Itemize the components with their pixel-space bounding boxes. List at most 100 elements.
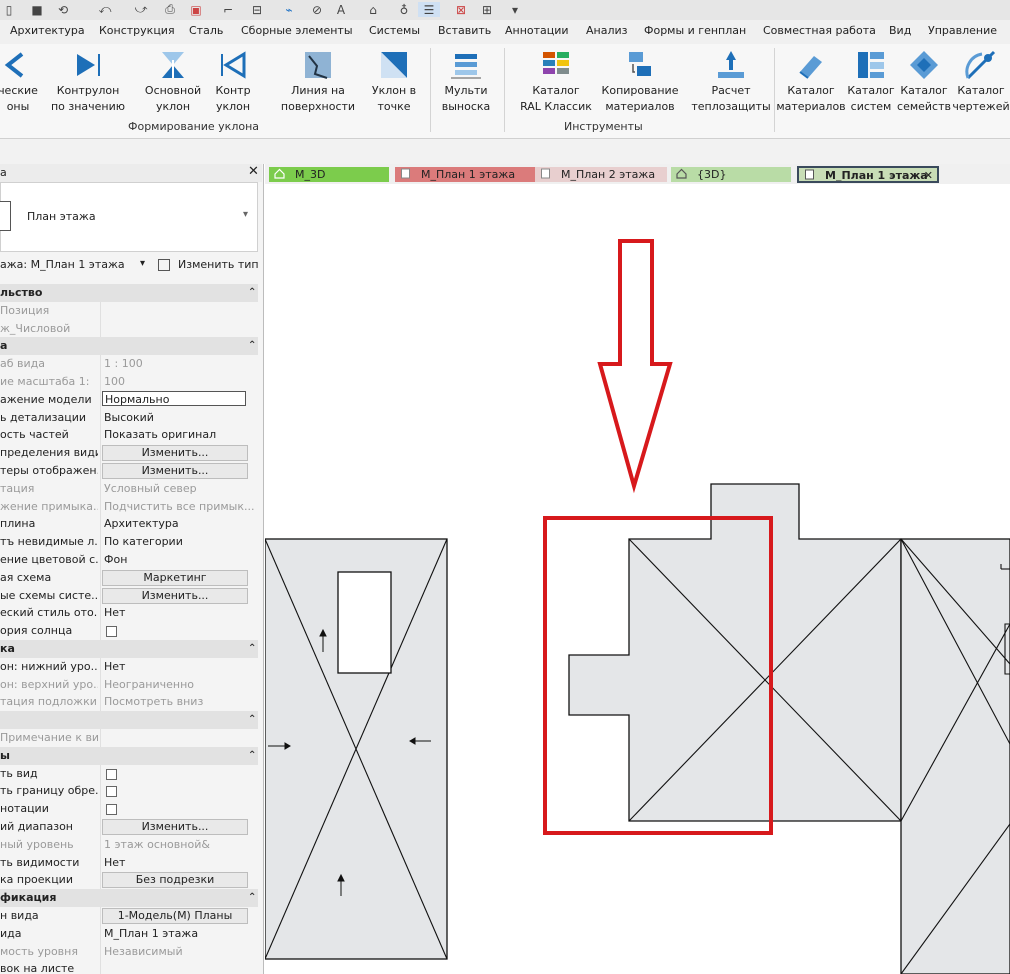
collapse-icon[interactable]: ⌃ [248, 889, 256, 907]
tab-systems[interactable]: Системы [369, 24, 420, 37]
property-row[interactable]: ный уровень 1 этаж основной& [0, 836, 258, 854]
property-row[interactable]: тация Условный север [0, 480, 258, 498]
property-row[interactable]: ие масштаба 1: 100 [0, 373, 258, 391]
collapse-icon[interactable]: ⌃ [248, 337, 256, 355]
family-catalog-button[interactable]: Каталог семейств [896, 48, 952, 124]
property-row[interactable]: ость частей Показать оригинал [0, 426, 258, 444]
property-group-header[interactable]: а ⌃ [0, 337, 258, 355]
tab-analyze[interactable]: Анализ [586, 24, 628, 37]
collapse-icon[interactable]: ⌃ [248, 640, 256, 658]
tag-icon[interactable]: ⌁ [282, 2, 296, 17]
property-row[interactable]: теры отображен... Изменить... [0, 462, 258, 480]
save-icon[interactable]: ■ [28, 2, 46, 17]
tab-collaborate[interactable]: Совместная работа [763, 24, 876, 37]
tab-steel[interactable]: Сталь [189, 24, 223, 37]
property-row[interactable]: Позиция [0, 302, 258, 320]
thin-lines-icon[interactable]: ☰ [418, 2, 440, 17]
close-icon[interactable]: ✕ [924, 168, 933, 181]
property-row[interactable]: он: верхний уро... Неограниченно [0, 676, 258, 694]
close-hidden-icon[interactable]: ⊠ [452, 2, 470, 17]
tab-massing-site[interactable]: Формы и генплан [644, 24, 746, 37]
property-row[interactable]: ение цветовой с... Фон [0, 551, 258, 569]
property-row[interactable]: тация подложки Посмотреть вниз [0, 693, 258, 711]
type-selector[interactable]: План этажа ▾ [0, 182, 258, 252]
property-row[interactable]: ть границу обре... [0, 782, 258, 800]
property-checkbox[interactable] [106, 804, 117, 815]
property-row[interactable]: ь детализации Высокий [0, 409, 258, 427]
close-views-icon[interactable]: ▣ [188, 2, 204, 17]
sync-icon[interactable]: ⟲ [52, 2, 74, 17]
view-tab-plan-2[interactable]: М_План 2 этажа [535, 167, 667, 182]
open-icon[interactable]: ▯ [0, 2, 18, 17]
property-group-header[interactable]: ⌃ [0, 711, 258, 729]
property-button[interactable]: Изменить... [102, 445, 248, 461]
ral-catalog-button[interactable]: Каталог RAL Классик [514, 48, 598, 124]
main-slope-button[interactable]: Основной уклон [140, 48, 206, 124]
property-row[interactable]: ть видимости Нет [0, 854, 258, 872]
property-button[interactable]: 1-Модель(М) Планы [102, 908, 248, 924]
counter-slope-by-value-button[interactable]: Контрулон по значению [46, 48, 130, 124]
copy-materials-button[interactable]: Копирование материалов [600, 48, 680, 124]
surface-line-button[interactable]: Линия на поверхности [276, 48, 360, 124]
annotation-text-icon[interactable]: A [334, 2, 348, 17]
material-catalog-button[interactable]: Каталог материалов [776, 48, 846, 124]
view-tab-plan-1-active[interactable]: М_План 1 этажа ✕ [797, 166, 939, 183]
counter-slope-button[interactable]: Контр уклон [208, 48, 258, 124]
section-icon[interactable]: ♁ [396, 2, 412, 17]
drawing-catalog-button[interactable]: Каталог чертежей [952, 48, 1010, 124]
measure-icon[interactable]: ⌐ [220, 2, 236, 17]
redo-icon[interactable]: ⤻ [128, 2, 154, 17]
undo-icon[interactable]: ⤺ [92, 2, 118, 17]
view-tab-3d[interactable]: М_3D [269, 167, 389, 182]
text-icon[interactable]: ⊘ [310, 2, 324, 17]
multi-leader-button[interactable]: Мульти выноска [436, 48, 496, 124]
property-row[interactable]: ка проекции Без подрезки [0, 871, 258, 889]
chevron-down-icon[interactable]: ▾ [140, 258, 145, 269]
property-row[interactable]: еский стиль ото... Нет [0, 604, 258, 622]
property-row[interactable]: пределения види... Изменить... [0, 444, 258, 462]
property-row[interactable]: тъ невидимые л... По категории [0, 533, 258, 551]
property-button[interactable]: Маркетинг [102, 570, 248, 586]
tab-annotate[interactable]: Аннотации [505, 24, 569, 37]
property-row[interactable]: жение примыка... Подчистить все примык... [0, 498, 258, 516]
thermal-calc-button[interactable]: Расчет теплозащиты [690, 48, 772, 124]
collapse-icon[interactable]: ⌃ [248, 284, 256, 302]
switch-windows-icon[interactable]: ⊞ [474, 2, 500, 17]
collapse-icon[interactable]: ⌃ [248, 711, 256, 729]
instance-filter[interactable]: ажа: М_План 1 этажа ▾ [0, 256, 152, 274]
property-group-header[interactable]: ы ⌃ [0, 747, 258, 765]
slope-arrows-button[interactable]: ческие оны [0, 48, 42, 124]
property-row[interactable]: ажение модели Нормально [0, 391, 258, 409]
property-button[interactable]: Изменить... [102, 588, 248, 604]
property-button[interactable]: Изменить... [102, 463, 248, 479]
point-slope-button[interactable]: Уклон в точке [366, 48, 422, 124]
property-row[interactable]: Примечание к ви... [0, 729, 258, 747]
customize-qat-icon[interactable]: ▾ [508, 2, 522, 17]
property-row[interactable]: ые схемы систе... Изменить... [0, 587, 258, 605]
tab-manage[interactable]: Управление [928, 24, 997, 37]
property-row[interactable]: мость уровня Независимый [0, 943, 258, 961]
property-group-header[interactable]: льство ⌃ [0, 284, 258, 302]
property-checkbox[interactable] [106, 786, 117, 797]
tab-precast[interactable]: Сборные элементы [241, 24, 353, 37]
property-button[interactable]: Без подрезки [102, 872, 248, 888]
property-row[interactable]: ий диапазон Изменить... [0, 818, 258, 836]
property-group-header[interactable]: фикация ⌃ [0, 889, 258, 907]
property-button[interactable]: Изменить... [102, 819, 248, 835]
dimension-icon[interactable]: ⊟ [246, 2, 268, 17]
property-checkbox[interactable] [106, 769, 117, 780]
property-row[interactable]: нотации [0, 800, 258, 818]
property-row[interactable]: ида М_План 1 этажа [0, 925, 258, 943]
home-3d-icon[interactable]: ⌂ [360, 2, 386, 17]
property-row[interactable]: вок на листе [0, 960, 258, 974]
print-icon[interactable]: ⎙ [162, 2, 178, 17]
property-row[interactable]: н вида 1-Модель(М) Планы [0, 907, 258, 925]
tab-structure[interactable]: Конструкция [99, 24, 175, 37]
property-group-header[interactable]: ка ⌃ [0, 640, 258, 658]
collapse-icon[interactable]: ⌃ [248, 747, 256, 765]
property-input[interactable]: Нормально [102, 391, 246, 406]
tab-view[interactable]: Вид [889, 24, 911, 37]
property-row[interactable]: аб вида 1 : 100 [0, 355, 258, 373]
property-row[interactable]: ж_Числовой [0, 320, 258, 338]
tab-insert[interactable]: Вставить [438, 24, 491, 37]
